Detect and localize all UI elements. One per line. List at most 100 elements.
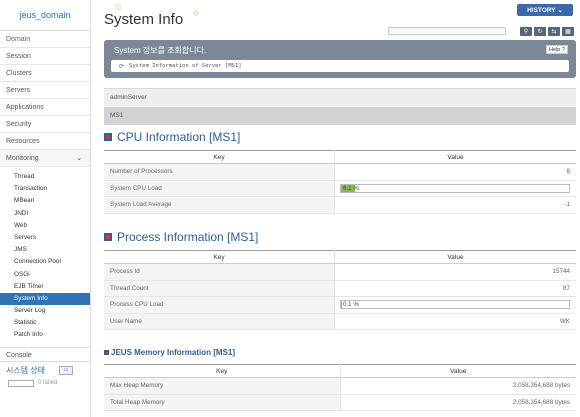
column-header-value: Value <box>334 150 576 164</box>
row-key: Max Heap Memory <box>104 377 341 395</box>
submenu-item[interactable]: Transaction <box>0 183 90 195</box>
refresh-icon[interactable]: ↻ <box>534 27 546 36</box>
nav-item-session[interactable]: Session <box>0 48 90 65</box>
failed-text: 0 failed <box>38 380 58 387</box>
row-key: User Name <box>104 313 335 330</box>
monitoring-submenu: Thread Transaction MBean JNDI Web Server… <box>0 167 90 345</box>
row-key: System CPU Load <box>104 180 335 197</box>
section-icon <box>104 350 109 355</box>
submenu-item[interactable]: JNDI <box>0 208 90 220</box>
help-icon: ? <box>561 46 565 53</box>
submenu-item[interactable]: Patch Info <box>0 329 90 341</box>
decoration <box>114 3 122 11</box>
table-row: Number of Processors 8 <box>104 163 576 181</box>
refresh-all-icon[interactable]: ⇆ <box>548 27 560 36</box>
sidebar: jeus_domain Domain Session Clusters Serv… <box>0 0 91 417</box>
nav-item-resources[interactable]: Resources <box>0 133 90 150</box>
console-header[interactable]: Console <box>0 346 90 362</box>
row-value: WK <box>334 313 576 330</box>
submenu-item[interactable]: Statistic <box>0 317 90 329</box>
submenu-item[interactable]: OSGi <box>0 269 90 281</box>
banner-subtitle-text: System Information of Server [MS1] <box>129 63 242 69</box>
submenu-item[interactable]: Servers <box>0 232 90 244</box>
nav-item-servers[interactable]: Servers <box>0 82 90 99</box>
process-cpu-load-bar: 0.1 % <box>340 300 570 310</box>
column-header-key: Key <box>104 250 335 264</box>
failed-indicator: 0 failed <box>0 379 90 387</box>
table-row: System CPU Load 6.1 % <box>104 180 576 197</box>
nav-item-security[interactable]: Security <box>0 116 90 133</box>
row-key: Thread Count <box>104 280 335 297</box>
row-value: 2,058,354,688 bytes <box>340 377 576 395</box>
row-key: Process CPU Load <box>104 296 335 314</box>
history-label: HISTORY <box>527 6 556 14</box>
row-value: -1 <box>334 196 576 214</box>
table-row: User Name WK <box>104 313 576 330</box>
nav-item-clusters[interactable]: Clusters <box>0 65 90 82</box>
row-key: Total Heap Memory <box>104 394 341 411</box>
history-button[interactable]: HISTORY ⌄ <box>517 4 573 16</box>
submenu-item[interactable]: Thread <box>0 171 90 183</box>
nav-item-domain[interactable]: Domain <box>0 31 90 48</box>
bar-text: 6.1 % <box>343 184 359 192</box>
memory-section-title: JEUS Memory Information [MS1] <box>104 348 235 357</box>
nav-item-monitoring[interactable]: Monitoring ⌄ <box>0 150 90 167</box>
row-value: 15744 <box>334 263 576 281</box>
cpu-title-text: CPU Information [MS1] <box>117 130 241 144</box>
submenu-item[interactable]: Web <box>0 220 90 232</box>
chevron-down-icon: ⌄ <box>555 7 563 14</box>
system-cpu-load-bar: 6.1 % <box>340 183 570 193</box>
process-section-title: Process Information [MS1] <box>104 230 258 244</box>
server-row-adminserver[interactable]: adminServer <box>104 88 576 106</box>
row-value: 87 <box>334 280 576 297</box>
row-key: System Load Average <box>104 196 335 214</box>
column-header-key: Key <box>104 364 341 378</box>
domain-name[interactable]: jeus_domain <box>0 0 90 31</box>
section-icon <box>104 133 112 141</box>
cpu-section-title: CPU Information [MS1] <box>104 130 240 144</box>
search-icon[interactable]: ⚲ <box>520 27 532 36</box>
column-header-value: Value <box>334 250 576 264</box>
table-row: Process Id 15744 <box>104 263 576 281</box>
help-button[interactable]: Help ? <box>546 45 568 54</box>
submenu-item-active[interactable]: System Info <box>0 292 90 306</box>
process-table: Key Value Process Id 15744 Thread Count … <box>104 250 576 330</box>
chevron-down-icon: ⌄ <box>76 155 82 162</box>
row-value: 2,058,354,688 bytes <box>340 394 576 411</box>
toolbar: ⚲ ↻ ⇆ ▦ <box>520 27 574 36</box>
memory-title-text: JEUS Memory Information [MS1] <box>111 348 236 357</box>
search-input[interactable] <box>388 27 506 35</box>
submenu-item[interactable]: Connection Pool <box>0 256 90 268</box>
column-header-value: Value <box>340 364 576 378</box>
nav-item-applications[interactable]: Applications <box>0 99 90 116</box>
row-value: 0.1 % <box>334 296 576 314</box>
decoration <box>193 10 199 16</box>
bar-fill <box>341 301 343 309</box>
monitor-icon[interactable]: ▭ <box>59 365 74 375</box>
cpu-table: Key Value Number of Processors 8 System … <box>104 150 576 214</box>
page-title: System Info <box>104 11 184 28</box>
system-status: 시스템 상태 ▭ <box>0 362 90 379</box>
process-title-text: Process Information [MS1] <box>117 230 259 244</box>
submenu-item[interactable]: MBean <box>0 195 90 207</box>
table-row: System Load Average -1 <box>104 196 576 214</box>
main-content: System Info HISTORY ⌄ ⚲ ↻ ⇆ ▦ System 정보를… <box>92 0 580 417</box>
submenu-item[interactable]: JMS <box>0 244 90 256</box>
submenu-item[interactable]: Server Log <box>0 305 90 317</box>
banner-title: System 정보를 조회합니다. <box>114 46 207 55</box>
table-row: Process CPU Load 0.1 % <box>104 296 576 314</box>
row-value: 8 <box>334 163 576 181</box>
memory-table: Key Value Max Heap Memory 2,058,354,688 … <box>104 364 576 411</box>
table-row: Max Heap Memory 2,058,354,688 bytes <box>104 377 576 395</box>
submenu-item[interactable]: EJB Timer <box>0 281 90 293</box>
refresh-icon: ⟳ <box>119 62 125 70</box>
table-row: Total Heap Memory 2,058,354,688 bytes <box>104 394 576 411</box>
table-row: Thread Count 87 <box>104 280 576 297</box>
section-icon <box>104 233 112 241</box>
server-row-ms1[interactable]: MS1 <box>104 107 576 125</box>
nav-item-monitoring-label: Monitoring <box>6 155 39 162</box>
row-value: 6.1 % <box>334 180 576 197</box>
column-header-key: Key <box>104 150 335 164</box>
layout-icon[interactable]: ▦ <box>562 27 574 36</box>
system-status-label: 시스템 상태 <box>6 365 46 375</box>
